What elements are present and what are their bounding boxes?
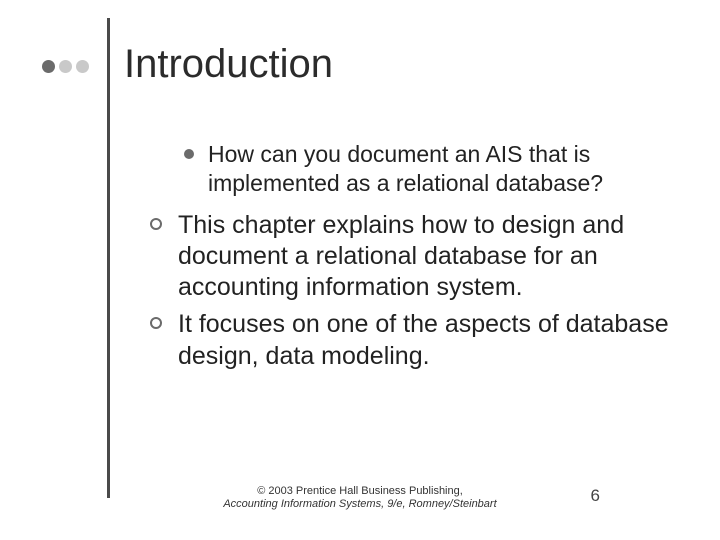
bullet-text: It focuses on one of the aspects of data… [178,310,669,369]
page-number: 6 [591,486,600,506]
list-item: This chapter explains how to design and … [150,210,670,304]
list-item: How can you document an AIS that is impl… [150,140,670,198]
footer-line-1: © 2003 Prentice Hall Business Publishing… [0,485,720,499]
slide: Introduction How can you document an AIS… [0,0,720,540]
bullet-text: How can you document an AIS that is impl… [208,141,603,196]
decor-dots [42,60,89,73]
slide-content: How can you document an AIS that is impl… [150,140,670,378]
bullet-hollow-icon [150,218,162,230]
bullet-hollow-icon [150,317,162,329]
slide-title: Introduction [124,42,333,87]
list-item: It focuses on one of the aspects of data… [150,309,670,372]
bullet-filled-icon [184,149,194,159]
decor-dot-icon [76,60,89,73]
footer-line-2: Accounting Information Systems, 9/e, Rom… [0,498,720,512]
decor-dot-icon [59,60,72,73]
footer-copyright: © 2003 Prentice Hall Business Publishing… [0,485,720,513]
decor-dot-icon [42,60,55,73]
vertical-divider [107,18,110,498]
bullet-text: This chapter explains how to design and … [178,211,624,302]
